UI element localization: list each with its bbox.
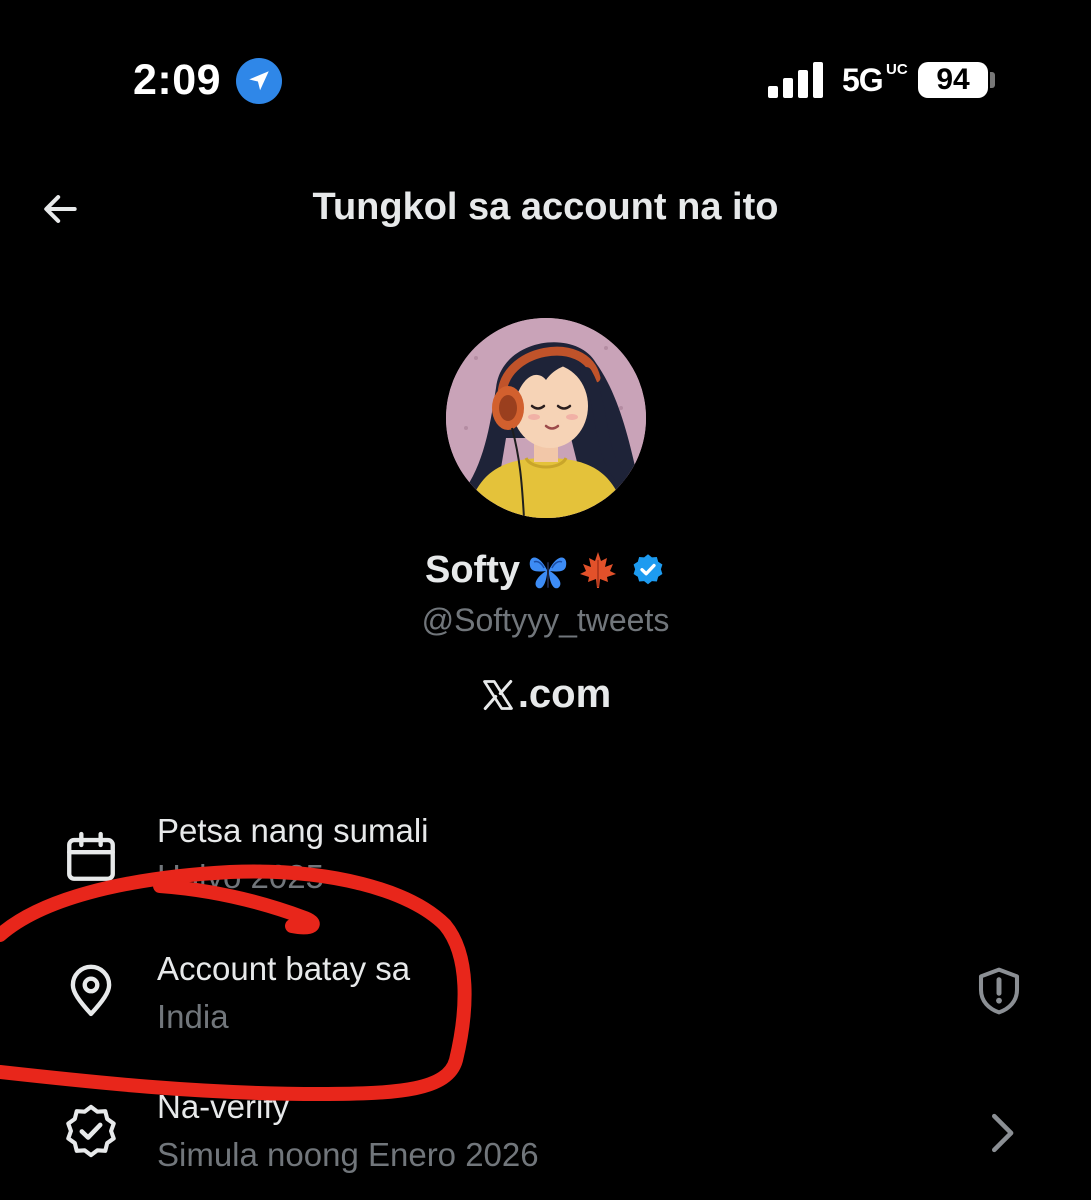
page-title: Tungkol sa account na ito xyxy=(312,186,779,228)
info-row-joined: Petsa nang sumali Hulyo 2025 xyxy=(0,800,1091,910)
battery-level: 94 xyxy=(918,62,988,98)
location-arrow-icon xyxy=(236,58,282,104)
site-badge: .com xyxy=(0,672,1091,717)
verified-label: Na-verify xyxy=(157,1088,290,1125)
butterfly-emoji xyxy=(529,557,567,589)
calendar-icon xyxy=(67,831,115,881)
cellular-signal-icon xyxy=(768,62,824,98)
clock: 2:09 xyxy=(133,56,222,104)
verified-badge-icon xyxy=(633,554,663,585)
handle: @Softyyy_tweets xyxy=(421,602,670,638)
network-type-suffix: UC xyxy=(886,61,908,78)
verified-value: Simula noong Enero 2026 xyxy=(157,1136,539,1173)
joined-label: Petsa nang sumali xyxy=(157,812,429,849)
profile-name-row: Softy xyxy=(0,548,1091,592)
maple-leaf-emoji xyxy=(580,552,616,588)
battery-cap xyxy=(990,72,995,88)
network-type: 5G xyxy=(842,62,884,98)
site-suffix: .com xyxy=(517,672,612,716)
info-row-account-based-in: Account batay sa India xyxy=(0,940,1091,1050)
display-name: Softy xyxy=(425,548,520,591)
based-in-label: Account batay sa xyxy=(157,950,411,987)
x-logo-icon xyxy=(482,679,513,710)
based-in-value: India xyxy=(157,998,229,1035)
chevron-right-icon xyxy=(992,1113,1014,1153)
shield-exclamation-icon[interactable] xyxy=(972,964,1026,1018)
status-bar: 2:09 5G UC 94 xyxy=(0,0,1091,160)
map-pin-icon xyxy=(70,964,112,1017)
joined-value: Hulyo 2025 xyxy=(157,858,324,895)
info-row-verified[interactable]: Na-verify Simula noong Enero 2026 xyxy=(0,1078,1091,1188)
avatar[interactable] xyxy=(446,318,646,518)
verified-check-icon xyxy=(66,1104,116,1158)
